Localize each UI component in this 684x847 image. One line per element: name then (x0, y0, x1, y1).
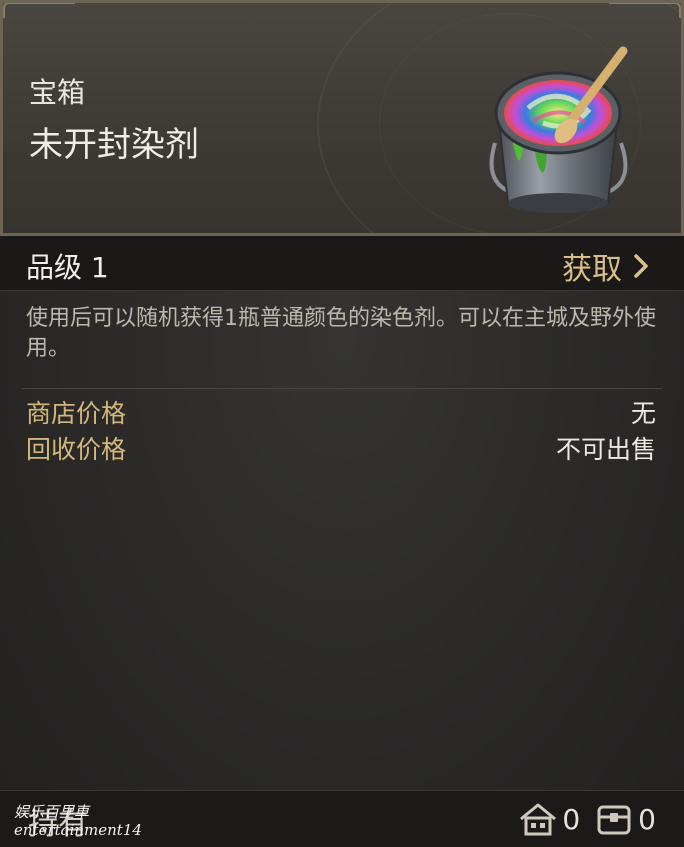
holdings-bar: 持有 娱乐百里車 entertainment14 0 0 (0, 790, 684, 847)
recycle-price-label: 回收价格 (26, 435, 127, 464)
storage-count: 0 (638, 802, 656, 836)
holding-counts: 0 0 (518, 801, 656, 837)
obtain-button[interactable]: 获取 (562, 244, 650, 288)
item-tooltip-panel: 宝箱 未开封染剂 品级 1 获取 使用后可以随机获得1瓶普通颜色的染色剂。可以在… (0, 0, 684, 847)
item-name: 未开封染剂 (29, 125, 199, 165)
watermark-line1: 娱乐百里車 (14, 803, 90, 821)
price-row-shop: 商店价格 无 (26, 394, 656, 430)
item-grade: 品级 1 (26, 251, 109, 284)
home-count-group: 0 (518, 801, 580, 837)
rainbow-paint-bucket-icon (473, 43, 643, 223)
shop-price-label: 商店价格 (26, 399, 127, 428)
grade-bar: 品级 1 获取 (0, 236, 684, 291)
home-count: 0 (562, 802, 581, 836)
item-description: 使用后可以随机获得1瓶普通颜色的染色剂。可以在主城及野外使用。 (26, 306, 656, 361)
house-icon (520, 803, 557, 836)
shop-price-value: 无 (630, 399, 656, 428)
frame-ornament-right (609, 3, 681, 18)
chevron-right-icon (634, 254, 648, 278)
frame-ornament-left (3, 3, 75, 18)
storage-count-group: 0 (594, 801, 656, 837)
recycle-price-value: 不可出售 (555, 435, 656, 464)
chest-icon (597, 805, 631, 835)
divider (22, 388, 662, 389)
item-category: 宝箱 (29, 76, 86, 109)
watermark: 娱乐百里車 entertainment14 (14, 803, 142, 839)
item-header: 宝箱 未开封染剂 (0, 0, 684, 236)
watermark-line2: entertainment14 (14, 821, 142, 839)
obtain-label: 获取 (562, 252, 622, 287)
price-row-recycle: 回收价格 不可出售 (26, 430, 656, 466)
